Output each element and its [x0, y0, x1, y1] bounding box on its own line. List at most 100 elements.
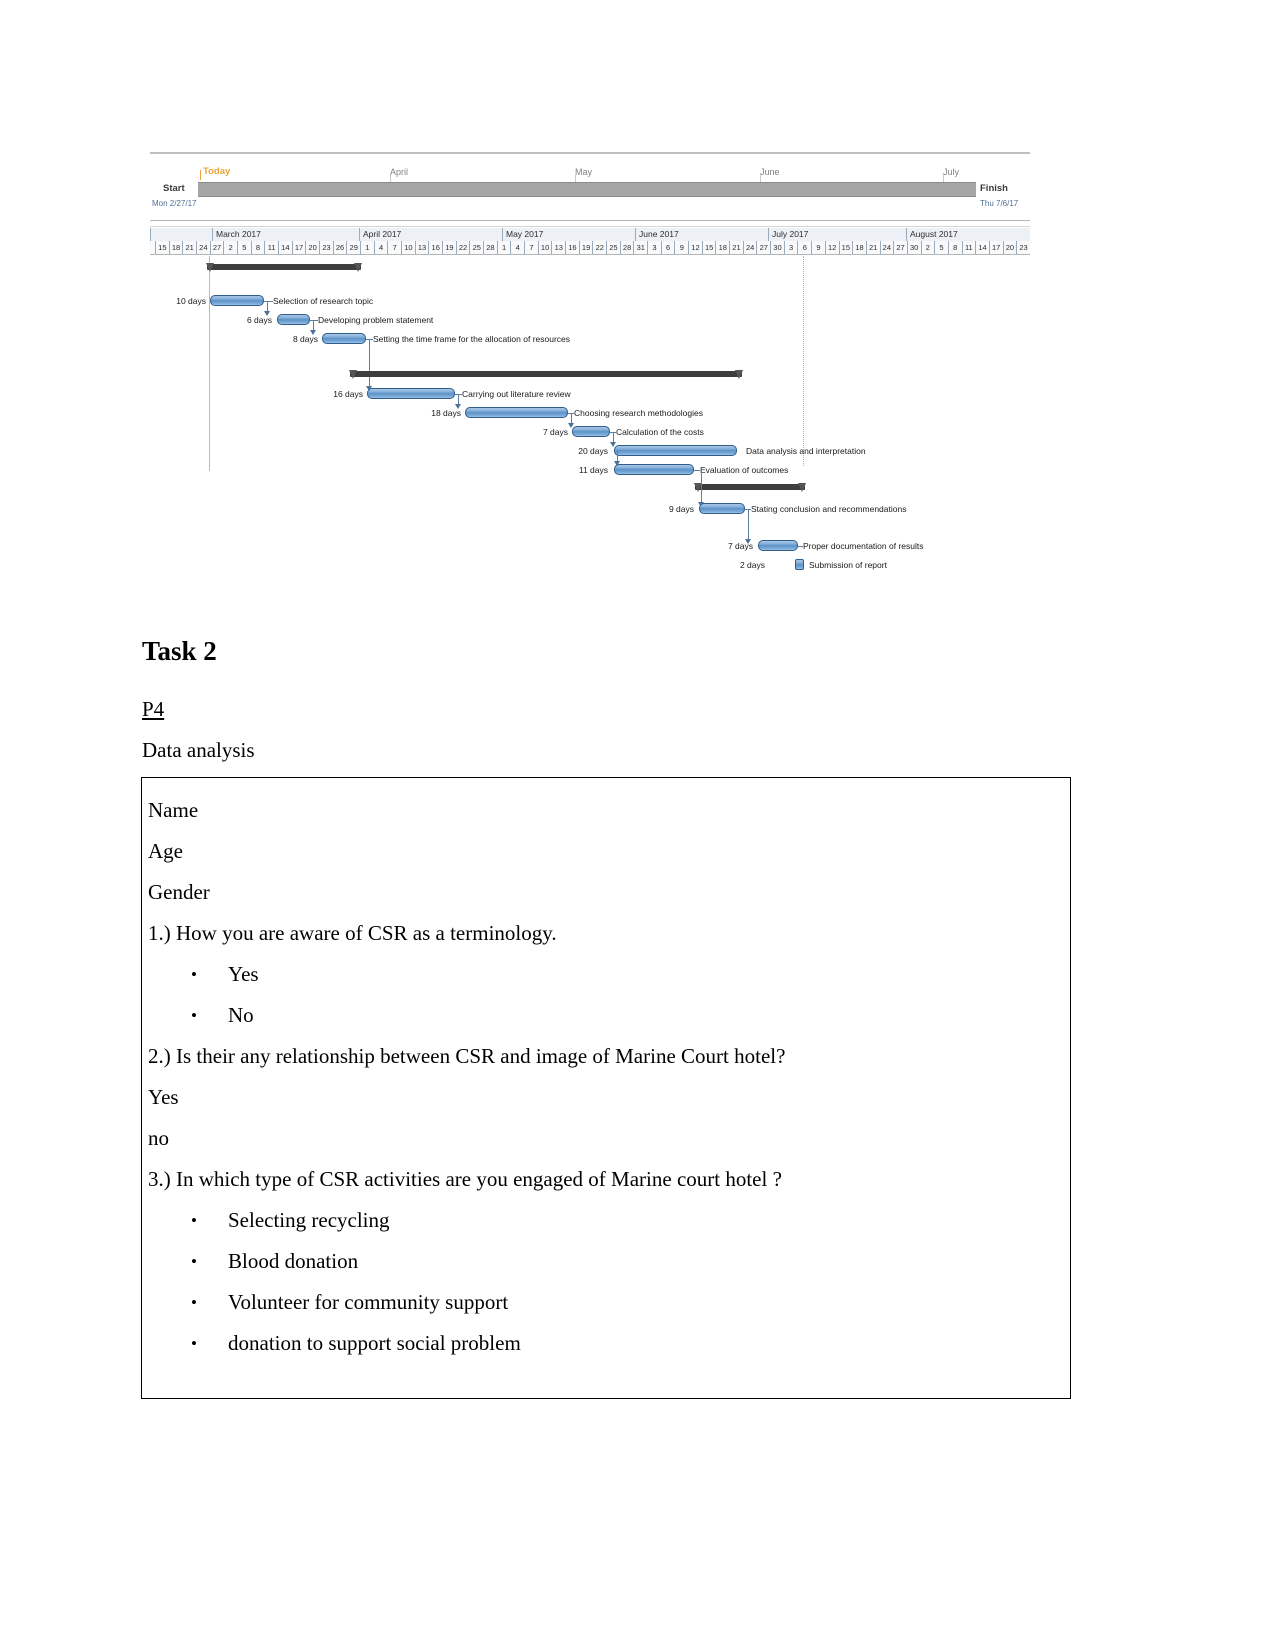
header-rule-top — [150, 220, 1030, 221]
question-3: 3.) In which type of CSR activities are … — [148, 1167, 782, 1191]
question-3-option-2[interactable]: Blood donation — [148, 1241, 1070, 1282]
day-cell-21: 19 — [442, 241, 456, 254]
day-cell-14: 29 — [346, 241, 360, 254]
task-duration-6: 20 days — [578, 446, 608, 456]
finish-label: Finish — [980, 183, 1008, 194]
question-1-option-yes[interactable]: Yes — [148, 954, 1070, 995]
timeline-month-june: June — [760, 167, 780, 177]
finish-date: Thu 7/6/17 — [980, 199, 1019, 208]
field-age: Age — [148, 839, 183, 863]
task-bar-8[interactable] — [699, 503, 745, 514]
month-cell-blank — [150, 228, 212, 241]
month-cell-4: July 2017 — [768, 228, 906, 241]
day-cell-28: 10 — [537, 241, 552, 254]
day-cell-31: 19 — [578, 241, 593, 254]
field-name: Name — [148, 798, 199, 822]
task-duration-8: 9 days — [668, 504, 694, 514]
task-bar-0[interactable] — [210, 295, 264, 306]
start-label: Start — [163, 183, 185, 194]
header-rule-sub — [150, 226, 1030, 227]
day-cell-11: 20 — [305, 241, 319, 254]
task-bar-9[interactable] — [758, 540, 798, 551]
section-label-data-analysis: Data analysis — [142, 738, 255, 762]
day-cell-26: 4 — [510, 241, 524, 254]
day-cell-16: 4 — [373, 241, 388, 254]
task-label-10: Submission of report — [809, 560, 887, 570]
month-cell-3: June 2017 — [635, 228, 768, 241]
day-cell-52: 21 — [865, 241, 880, 254]
task-label-3: Carrying out literature review — [462, 389, 571, 399]
header-rule-bottom — [150, 254, 1030, 255]
task-duration-1: 6 days — [246, 315, 272, 325]
gantt-body: 10 days Selection of research topic 6 da… — [150, 256, 1030, 586]
task-label-4: Choosing research methodologies — [574, 408, 703, 418]
day-cell-10: 17 — [291, 241, 306, 254]
task-label-2: Setting the time frame for the allocatio… — [373, 334, 571, 344]
task-link-0 — [264, 301, 273, 302]
task-duration-0: 10 days — [176, 296, 206, 306]
day-cell-53: 24 — [879, 241, 894, 254]
day-cell-13: 26 — [332, 241, 347, 254]
summary-bar-phase-2 — [349, 370, 743, 379]
day-cell-46: 3 — [783, 241, 798, 254]
task-bar-7[interactable] — [614, 464, 694, 475]
day-cell-24: 28 — [483, 241, 497, 254]
question-3-option-3[interactable]: Volunteer for community support — [148, 1282, 1070, 1323]
month-header-row: March 2017 April 2017 May 2017 June 2017… — [150, 228, 1030, 241]
day-cell-4: 27 — [209, 241, 224, 254]
question-3-option-4[interactable]: donation to support social problem — [148, 1323, 1070, 1364]
day-cell-39: 12 — [688, 241, 702, 254]
day-cell-41: 18 — [715, 241, 729, 254]
question-2-option-yes[interactable]: Yes — [148, 1077, 1070, 1118]
day-cell-17: 7 — [387, 241, 401, 254]
day-cell-36: 3 — [647, 241, 661, 254]
day-cell-25: 1 — [496, 241, 511, 254]
task-duration-10: 2 days — [739, 560, 765, 570]
month-cell-2: May 2017 — [502, 228, 635, 241]
task-bar-5[interactable] — [572, 426, 610, 437]
task-bar-4[interactable] — [465, 407, 568, 418]
day-cell-37: 6 — [660, 241, 675, 254]
day-cell-20: 16 — [428, 241, 442, 254]
task-bar-3[interactable] — [367, 388, 455, 399]
day-cell-9: 14 — [278, 241, 292, 254]
project-span-bar — [198, 182, 976, 197]
page-title: Task 2 — [142, 636, 217, 666]
day-cell-58: 8 — [947, 241, 962, 254]
task-bar-6[interactable] — [614, 445, 737, 456]
task-bar-1[interactable] — [277, 314, 310, 325]
task-duration-2: 8 days — [292, 334, 318, 344]
task-link-1 — [310, 320, 318, 321]
day-cell-34: 28 — [619, 241, 634, 254]
status-dotted-line — [803, 256, 804, 466]
question-1: 1.) How you are aware of CSR as a termin… — [148, 921, 557, 945]
task-bar-2[interactable] — [322, 333, 366, 344]
day-cell-32: 22 — [592, 241, 606, 254]
timeline-top-rule — [150, 152, 1030, 154]
timeline-month-may: May — [575, 167, 593, 177]
link-v-2 — [369, 339, 370, 387]
question-1-option-no[interactable]: No — [148, 995, 1070, 1036]
day-cell-51: 18 — [852, 241, 866, 254]
task-label-8: Stating conclusion and recommendations — [751, 504, 907, 514]
month-cell-1: April 2017 — [359, 228, 502, 241]
day-cell-38: 9 — [674, 241, 688, 254]
gantt-chart: Today April May June July Start Finish M… — [150, 152, 1030, 577]
day-cell-27: 7 — [524, 241, 538, 254]
task-bar-10[interactable] — [795, 559, 804, 570]
link-v-7 — [701, 470, 702, 503]
question-2: 2.) Is their any relationship between CS… — [148, 1044, 786, 1068]
task-label-1: Developing problem statement — [318, 315, 434, 325]
day-cell-12: 23 — [319, 241, 333, 254]
day-cell-63: 23 — [1016, 241, 1030, 254]
day-cell-42: 21 — [729, 241, 743, 254]
question-3-option-1[interactable]: Selecting recycling — [148, 1200, 1070, 1241]
day-cell-43: 24 — [742, 241, 757, 254]
question-2-option-no[interactable]: no — [148, 1118, 1070, 1159]
start-date: Mon 2/27/17 — [152, 199, 197, 208]
field-gender: Gender — [148, 880, 210, 904]
month-cell-5: August 2017 — [906, 228, 1030, 241]
day-cell-57: 5 — [934, 241, 948, 254]
task-label-7: Evaluation of outcomes — [700, 465, 789, 475]
day-cell-15: 1 — [360, 241, 374, 254]
